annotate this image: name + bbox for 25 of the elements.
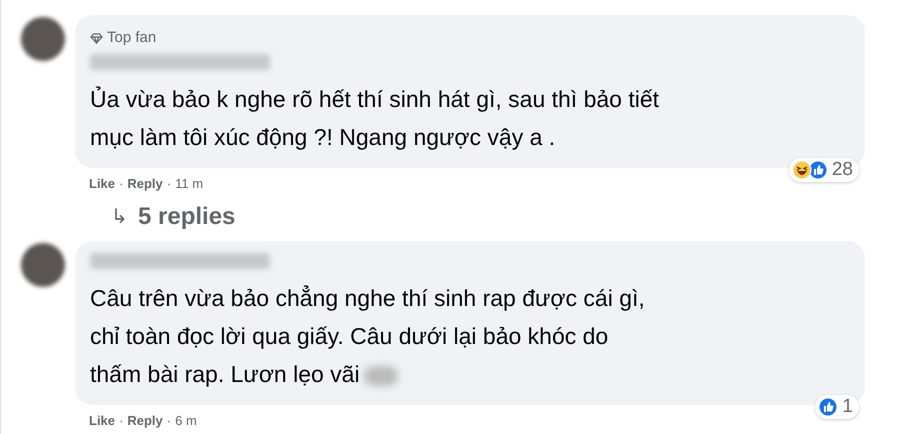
timestamp: 11 m <box>175 174 204 192</box>
reaction-badge[interactable]: 1 <box>815 395 859 419</box>
separator-dot: · <box>166 174 172 192</box>
comment-text: Ủa vừa bảo k nghe rõ hết thí sinh hát gì, sau thì bảo tiết mục làm tôi xúc động ?! Ngang ngược vậy a . <box>90 84 660 152</box>
laughing-emoji-icon <box>792 160 812 180</box>
separator-dot: · <box>166 412 172 430</box>
avatar[interactable] <box>21 17 65 61</box>
action-link[interactable]: Like <box>89 174 116 193</box>
action-link[interactable]: Reply <box>127 174 163 193</box>
separator-dot: · <box>119 174 124 192</box>
thumbs-up-icon <box>808 160 828 180</box>
action-link[interactable]: Like <box>89 411 116 430</box>
reaction-count: 28 <box>832 160 854 180</box>
comment-text: Câu trên vừa bảo chẳng nghe thí sinh rap được cái gì, chỉ toàn đọc lời qua giấy. Câu dưới lại bảo khóc do thấm bài rap. Lươn lẹo vãi <box>90 284 646 389</box>
top-fan-label: Top fan <box>107 28 156 48</box>
avatar[interactable] <box>21 243 65 287</box>
timestamp: 6 m <box>175 412 197 430</box>
view-replies-link[interactable]: 5 replies <box>138 199 236 235</box>
diamond-icon <box>90 32 103 44</box>
reaction-count: 1 <box>842 397 854 417</box>
reply-arrow-icon: ↳ <box>111 202 128 232</box>
action-link[interactable]: Reply <box>127 411 163 430</box>
thumbs-up-icon <box>818 397 838 417</box>
reaction-badge[interactable]: 28 <box>788 158 859 182</box>
separator-dot: · <box>119 412 124 430</box>
